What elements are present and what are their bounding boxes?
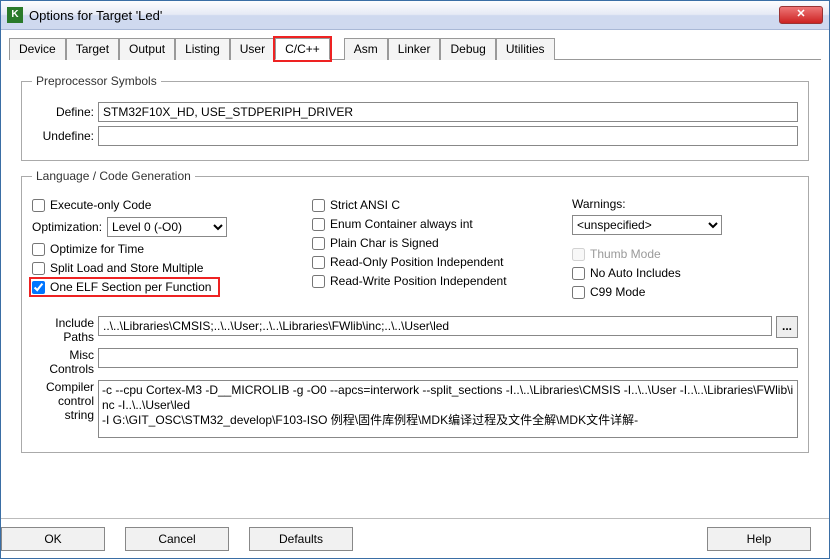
tab-output[interactable]: Output	[119, 38, 175, 60]
undefine-label: Undefine:	[32, 129, 94, 143]
titlebar: K Options for Target 'Led' ✕	[1, 1, 829, 30]
warnings-label: Warnings:	[572, 197, 788, 211]
tab-c-c-[interactable]: C/C++	[275, 38, 330, 60]
tab-target[interactable]: Target	[66, 38, 119, 60]
ro-pi-checkbox[interactable]	[312, 256, 325, 269]
tabstrip: DeviceTargetOutputListingUserC/C++ AsmLin…	[9, 37, 821, 60]
optimize-time-label: Optimize for Time	[50, 242, 144, 256]
split-load-checkbox[interactable]	[32, 262, 45, 275]
one-elf-checkbox[interactable]	[32, 281, 45, 294]
one-elf-label: One ELF Section per Function	[50, 280, 211, 294]
misc-controls-label: Misc Controls	[32, 348, 94, 376]
no-auto-inc-label: No Auto Includes	[590, 266, 681, 280]
define-input[interactable]	[98, 102, 798, 122]
lang-col-b: Strict ANSI C Enum Container always int …	[312, 193, 572, 304]
compiler-control-string-box[interactable]: -c --cpu Cortex-M3 -D__MICROLIB -g -O0 -…	[98, 380, 798, 438]
cancel-button[interactable]: Cancel	[125, 527, 229, 551]
execute-only-checkbox[interactable]	[32, 199, 45, 212]
help-button[interactable]: Help	[707, 527, 811, 551]
enum-container-label: Enum Container always int	[330, 217, 473, 231]
thumb-mode-label: Thumb Mode	[590, 247, 661, 261]
rw-pi-checkbox[interactable]	[312, 275, 325, 288]
define-label: Define:	[32, 105, 94, 119]
preprocessor-group: Preprocessor Symbols Define: Undefine:	[21, 74, 809, 161]
enum-container-checkbox[interactable]	[312, 218, 325, 231]
preprocessor-legend: Preprocessor Symbols	[32, 74, 161, 88]
tab-asm[interactable]: Asm	[344, 38, 388, 60]
close-button[interactable]: ✕	[779, 6, 823, 24]
language-codegen-legend: Language / Code Generation	[32, 169, 195, 183]
split-load-label: Split Load and Store Multiple	[50, 261, 203, 275]
one-elf-highlight: One ELF Section per Function	[32, 280, 217, 294]
optimize-time-checkbox[interactable]	[32, 243, 45, 256]
button-bar: OK Cancel Defaults Help	[1, 518, 829, 558]
tab-device[interactable]: Device	[9, 38, 66, 60]
tab-listing[interactable]: Listing	[175, 38, 230, 60]
lang-col-c: Warnings: <unspecified> Thumb Mode No Au…	[572, 193, 798, 304]
tab-utilities[interactable]: Utilities	[496, 38, 555, 60]
tab-panel-cpp: Preprocessor Symbols Define: Undefine: L…	[9, 60, 821, 467]
optimization-select[interactable]: Level 0 (-O0)	[107, 217, 227, 237]
rw-pi-label: Read-Write Position Independent	[330, 274, 507, 288]
include-paths-input[interactable]	[98, 316, 772, 336]
tab-linker[interactable]: Linker	[388, 38, 441, 60]
window-title: Options for Target 'Led'	[29, 8, 779, 23]
tab-debug[interactable]: Debug	[440, 38, 495, 60]
no-auto-inc-checkbox[interactable]	[572, 267, 585, 280]
language-codegen-group: Language / Code Generation Execute-only …	[21, 169, 809, 453]
defaults-button[interactable]: Defaults	[249, 527, 353, 551]
tab-user[interactable]: User	[230, 38, 275, 60]
include-paths-browse-button[interactable]: ...	[776, 316, 798, 338]
compiler-control-string-label: Compiler control string	[32, 380, 94, 422]
plain-char-checkbox[interactable]	[312, 237, 325, 250]
strict-ansi-label: Strict ANSI C	[330, 198, 400, 212]
execute-only-label: Execute-only Code	[50, 198, 151, 212]
c99-checkbox[interactable]	[572, 286, 585, 299]
strict-ansi-checkbox[interactable]	[312, 199, 325, 212]
optimization-label: Optimization:	[32, 220, 102, 234]
c99-label: C99 Mode	[590, 285, 645, 299]
lang-col-a: Execute-only Code Optimization: Level 0 …	[32, 193, 312, 304]
ok-button[interactable]: OK	[1, 527, 105, 551]
client-area: DeviceTargetOutputListingUserC/C++ AsmLin…	[1, 31, 829, 558]
app-icon: K	[7, 7, 23, 23]
thumb-mode-checkbox	[572, 248, 585, 261]
plain-char-label: Plain Char is Signed	[330, 236, 439, 250]
options-dialog: K Options for Target 'Led' ✕ DeviceTarge…	[0, 0, 830, 559]
undefine-input[interactable]	[98, 126, 798, 146]
warnings-select[interactable]: <unspecified>	[572, 215, 722, 235]
include-paths-label: Include Paths	[32, 316, 94, 344]
ro-pi-label: Read-Only Position Independent	[330, 255, 503, 269]
misc-controls-input[interactable]	[98, 348, 798, 368]
